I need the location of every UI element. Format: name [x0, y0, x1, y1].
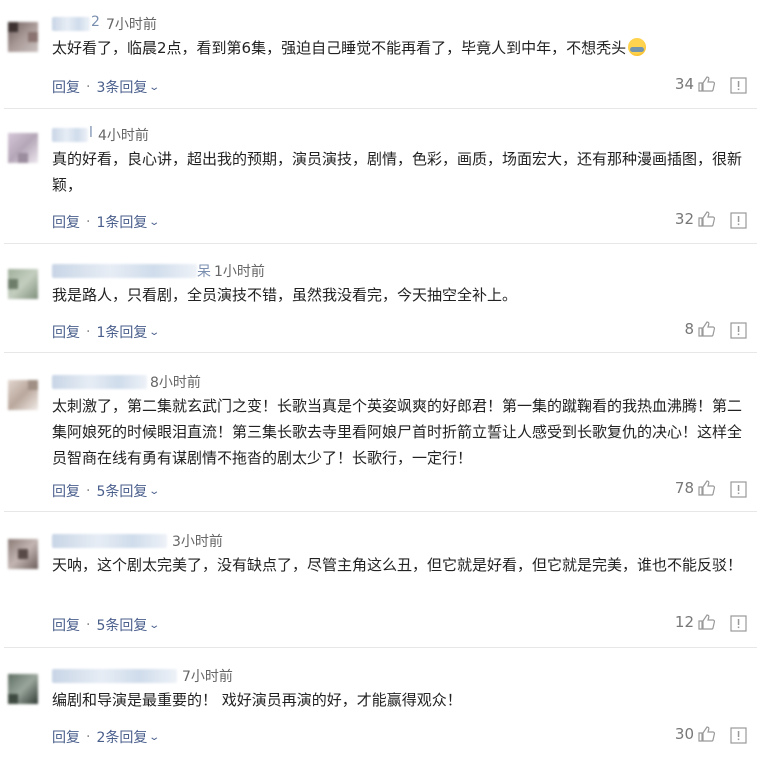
report-icon[interactable]	[730, 77, 747, 94]
reply-link[interactable]: 回复	[52, 212, 80, 232]
reply-link[interactable]: 回复	[52, 77, 80, 97]
view-replies-link[interactable]: 5条回复	[96, 615, 147, 635]
comment-actions: 回复 · 1条回复 ⌄	[52, 212, 161, 232]
comment-time: 1小时前	[214, 264, 265, 280]
view-replies-link[interactable]: 3条回复	[96, 77, 147, 97]
comment-time: 7小时前	[106, 17, 157, 33]
view-replies-link[interactable]: 5条回复	[96, 481, 147, 501]
comment-actions: 回复 · 5条回复 ⌄	[52, 615, 161, 635]
comment-text: 太好看了，临晨2点，看到第6集，强迫自己睡觉不能再看了，毕竟人到中年，不想秃头	[52, 35, 742, 61]
username-tail: l	[89, 125, 93, 141]
separator: ·	[86, 483, 91, 499]
reply-link[interactable]: 回复	[52, 481, 80, 501]
like-button[interactable]: 12	[675, 613, 715, 631]
view-replies-link[interactable]: 1条回复	[96, 212, 147, 232]
username-blurred[interactable]	[52, 534, 167, 548]
report-icon[interactable]	[730, 481, 747, 498]
comment-time: 4小时前	[98, 128, 149, 144]
like-button[interactable]: 34	[675, 75, 715, 93]
like-count: 8	[684, 320, 694, 338]
username-tail: 呆	[197, 264, 211, 280]
separator: ·	[86, 617, 91, 633]
chevron-down-icon[interactable]: ⌄	[149, 327, 161, 338]
username-tail: 2	[91, 14, 100, 30]
chevron-down-icon[interactable]: ⌄	[149, 82, 161, 93]
comment-actions: 回复 · 3条回复 ⌄	[52, 77, 161, 97]
avatar[interactable]	[8, 269, 38, 299]
reply-link[interactable]: 回复	[52, 322, 80, 342]
avatar[interactable]	[8, 674, 38, 704]
thumbs-up-icon[interactable]	[698, 321, 715, 337]
comment-text: 真的好看，良心讲，超出我的预期，演员演技，剧情，色彩，画质，场面宏大，还有那种漫…	[52, 150, 743, 194]
username-blurred[interactable]	[52, 264, 197, 278]
comment-actions: 回复 · 1条回复 ⌄	[52, 322, 161, 342]
username-blurred[interactable]	[52, 375, 147, 389]
like-button[interactable]: 78	[675, 479, 715, 497]
thumbs-up-icon[interactable]	[698, 726, 715, 742]
separator: ·	[86, 214, 91, 230]
comment-time: 3小时前	[172, 534, 223, 550]
crying-laugh-emoji-icon	[628, 38, 647, 56]
chevron-down-icon[interactable]: ⌄	[149, 217, 161, 228]
like-button[interactable]: 30	[675, 725, 715, 743]
reply-link[interactable]: 回复	[52, 615, 80, 635]
view-replies-link[interactable]: 2条回复	[96, 727, 147, 747]
comment-text: 天呐，这个剧太完美了，没有缺点了，尽管主角这么丑，但它就是好看，但它就是完美，谁…	[52, 556, 743, 574]
username-blurred[interactable]	[52, 17, 90, 31]
view-replies-link[interactable]: 1条回复	[96, 322, 147, 342]
like-count: 78	[674, 479, 694, 497]
username-blurred[interactable]	[52, 669, 177, 683]
reply-link[interactable]: 回复	[52, 727, 80, 747]
like-count: 30	[674, 725, 694, 743]
separator: ·	[86, 79, 91, 95]
divider	[4, 108, 757, 109]
comment-time: 7小时前	[182, 669, 233, 685]
comment-text: 我是路人，只看剧，全员演技不错，虽然我没看完，今天抽空全补上。	[52, 286, 518, 304]
like-button[interactable]: 32	[675, 210, 715, 228]
comment-text: 编剧和导演是最重要的！ 戏好演员再演的好，才能赢得观众！	[52, 691, 462, 709]
divider	[4, 647, 757, 648]
comment-actions: 回复 · 2条回复 ⌄	[52, 727, 161, 747]
divider	[4, 352, 757, 353]
thumbs-up-icon[interactable]	[698, 614, 715, 630]
report-icon[interactable]	[730, 615, 747, 632]
avatar[interactable]	[8, 380, 38, 410]
avatar[interactable]	[8, 133, 38, 163]
divider	[4, 511, 757, 512]
thumbs-up-icon[interactable]	[698, 480, 715, 496]
comment-time: 8小时前	[150, 375, 201, 391]
separator: ·	[86, 729, 91, 745]
report-icon[interactable]	[730, 322, 747, 339]
like-count: 12	[674, 613, 694, 631]
avatar[interactable]	[8, 539, 38, 569]
thumbs-up-icon[interactable]	[698, 76, 715, 92]
chevron-down-icon[interactable]: ⌄	[149, 620, 161, 631]
thumbs-up-icon[interactable]	[698, 211, 715, 227]
like-count: 32	[674, 210, 694, 228]
avatar[interactable]	[8, 22, 38, 52]
report-icon[interactable]	[730, 727, 747, 744]
separator: ·	[86, 324, 91, 340]
report-icon[interactable]	[730, 212, 747, 229]
comment-text: 太刺激了，第二集就玄武门之变！长歌当真是个英姿飒爽的好郎君！第一集的蹴鞠看的我热…	[52, 397, 743, 467]
chevron-down-icon[interactable]: ⌄	[149, 732, 161, 743]
username-blurred[interactable]	[52, 128, 88, 142]
chevron-down-icon[interactable]: ⌄	[149, 486, 161, 497]
divider	[4, 243, 757, 244]
like-button[interactable]: 8	[684, 320, 715, 338]
comment-actions: 回复 · 5条回复 ⌄	[52, 481, 161, 501]
like-count: 34	[674, 75, 694, 93]
